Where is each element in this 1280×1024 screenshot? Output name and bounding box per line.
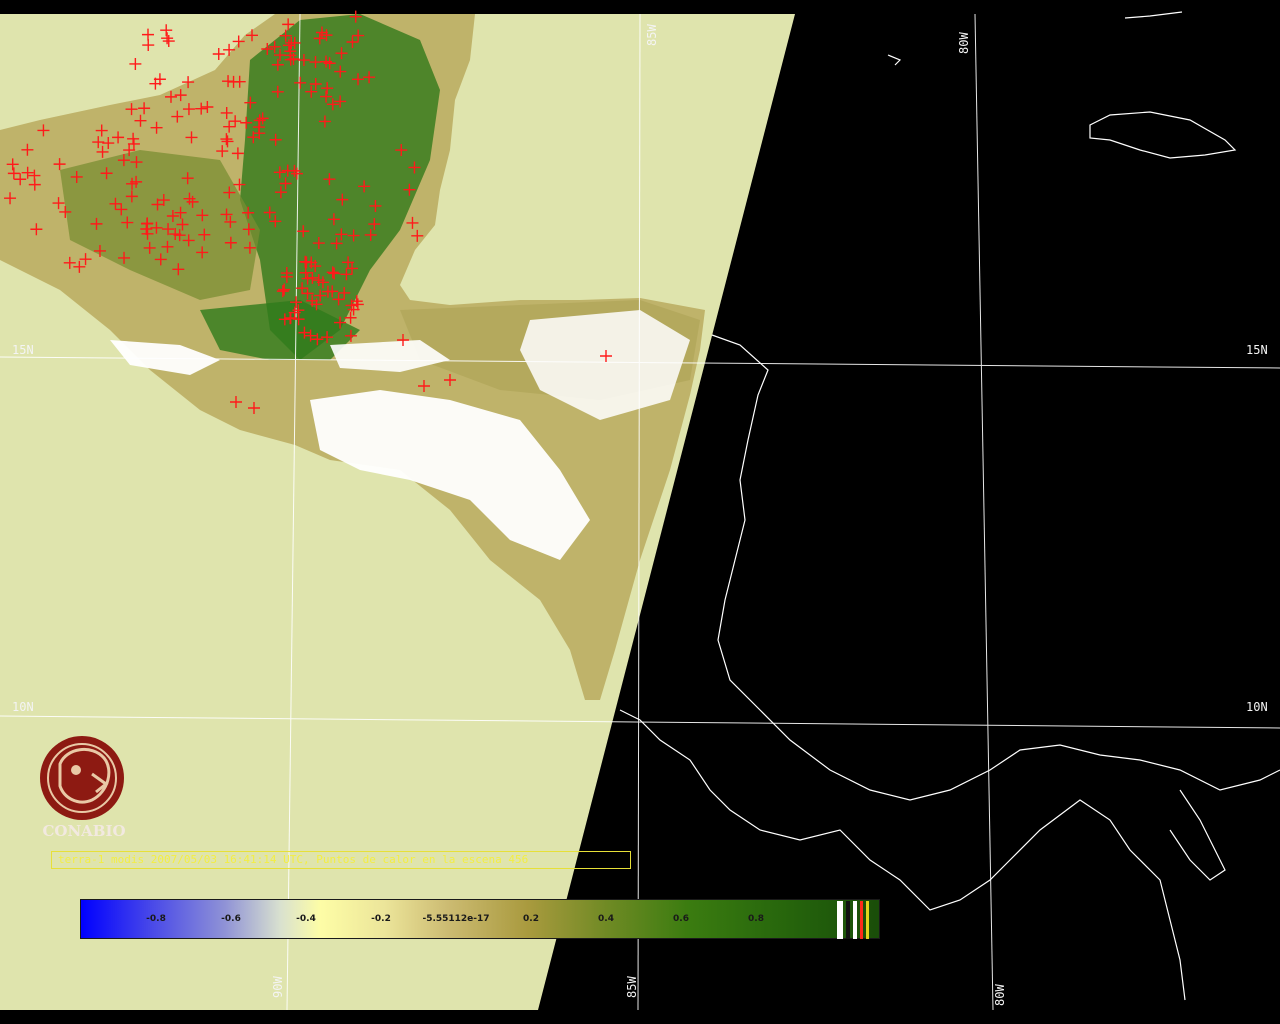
coast-colombia	[1169, 789, 1226, 881]
colorbar-tick: -0.4	[296, 914, 316, 924]
colorbar-special-class	[860, 901, 863, 939]
bottom-strip	[0, 1010, 1280, 1024]
scene-caption: terra-1 modis 2007/05/03 16:41:14 UTC, P…	[51, 851, 631, 869]
coast-jamaica	[1089, 111, 1237, 159]
lat-label-15-right: 15N	[1246, 343, 1268, 357]
colorbar-tick: 0.2	[523, 914, 539, 924]
map-canvas	[0, 0, 1280, 1024]
colorbar-tick: -5.55112e-17	[422, 914, 490, 924]
top-strip	[0, 0, 1280, 14]
colorbar-tick: 0.8	[748, 914, 764, 924]
lon-label-85-top: 85W	[645, 24, 659, 46]
colorbar-tick: -0.2	[371, 914, 391, 924]
conabio-wordmark: CONABIO	[42, 822, 126, 840]
coast-cayman	[887, 54, 902, 66]
colorbar-tick: -0.8	[146, 914, 166, 924]
colorbar-special-class	[846, 901, 850, 939]
lat-label-15-left: 15N	[12, 343, 34, 357]
lon-label-85-bottom: 85W	[625, 976, 639, 998]
colorbar-tick: 0.4	[598, 914, 614, 924]
conabio-seal-icon	[40, 736, 124, 820]
lat-label-10-left: 10N	[12, 700, 34, 714]
colorbar-tick: -0.6	[221, 914, 241, 924]
lon-label-90-bottom: 90W	[271, 976, 285, 998]
ndvi-colorbar: -0.8 -0.6 -0.4 -0.2 -5.55112e-17 0.2 0.4 0.6 0.8	[80, 899, 880, 939]
lon-label-80-top: 80W	[957, 32, 971, 54]
colorbar-special-class	[866, 901, 869, 939]
lat-label-10-right: 10N	[1246, 700, 1268, 714]
conabio-logo: CONABIO	[32, 734, 136, 842]
lon-80-line	[974, 13, 994, 1011]
lon-label-80-bottom: 80W	[993, 984, 1007, 1006]
coast-panama-costa-rica	[619, 709, 1186, 1001]
satellite-map[interactable]: 15N 15N 10N 10N 85W 80W 90W 85W 80W CONA…	[0, 0, 1280, 1024]
colorbar-tick: 0.6	[673, 914, 689, 924]
colorbar-special-class	[853, 901, 857, 939]
colorbar-special-class	[837, 901, 843, 939]
coast-nicaragua	[711, 334, 1280, 801]
